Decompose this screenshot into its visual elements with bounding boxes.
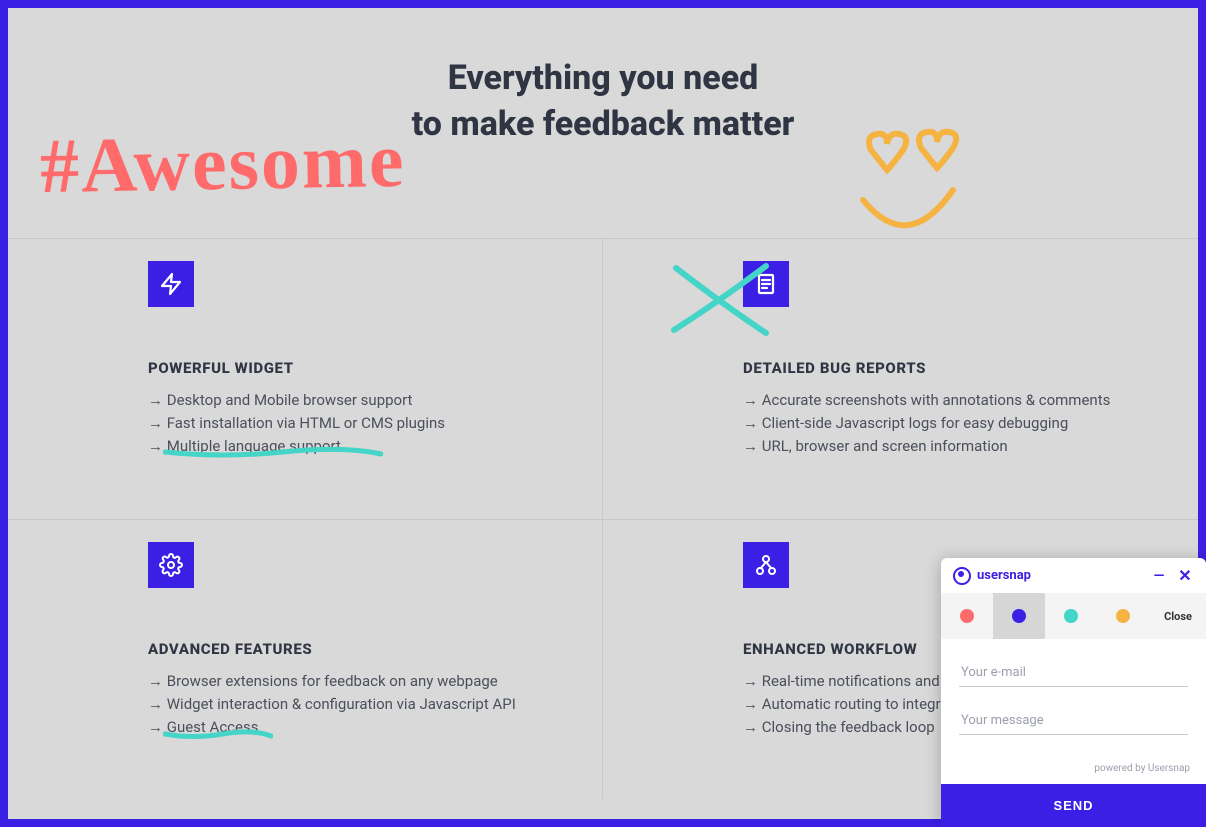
feature-powerful-widget: POWERFUL WIDGET Desktop and Mobile brows… (8, 238, 603, 519)
feature-item: URL, browser and screen information (743, 435, 1158, 458)
feedback-widget: usersnap — ✕ Close powered by Usersnap S… (941, 558, 1206, 827)
feature-title: ADVANCED FEATURES (148, 640, 562, 658)
color-swatch-blue[interactable] (993, 593, 1045, 639)
widget-header: usersnap — ✕ (941, 558, 1206, 593)
lightning-icon (148, 261, 194, 307)
feature-title: DETAILED BUG REPORTS (743, 359, 1158, 377)
hero-line1: Everything you need (448, 58, 759, 98)
feature-item: Desktop and Mobile browser support (148, 389, 562, 412)
feature-list: Desktop and Mobile browser support Fast … (148, 389, 562, 459)
feature-title: POWERFUL WIDGET (148, 359, 562, 377)
color-swatch-red[interactable] (941, 593, 993, 639)
hero-heading: Everything you need to make feedback mat… (28, 56, 1178, 148)
color-picker-bar: Close (941, 593, 1206, 639)
color-bar-close-button[interactable]: Close (1164, 610, 1206, 623)
share-icon (743, 542, 789, 588)
feature-item: Browser extensions for feedback on any w… (148, 670, 562, 693)
widget-brand-name: usersnap (977, 568, 1031, 583)
message-input[interactable] (959, 707, 1188, 735)
document-icon (743, 261, 789, 307)
hero-line2: to make feedback matter (412, 104, 795, 144)
email-input[interactable] (959, 659, 1188, 687)
feature-detailed-bug-reports: DETAILED BUG REPORTS Accurate screenshot… (603, 238, 1198, 519)
usersnap-logo-icon (953, 567, 971, 585)
widget-brand: usersnap (953, 567, 1031, 585)
widget-body (941, 639, 1206, 763)
send-button[interactable]: SEND (941, 784, 1206, 827)
feature-item: Fast installation via HTML or CMS plugin… (148, 412, 562, 435)
hero-section: Everything you need to make feedback mat… (8, 8, 1198, 238)
feature-advanced-features: ADVANCED FEATURES Browser extensions for… (8, 519, 603, 800)
gear-icon (148, 542, 194, 588)
feature-item: Guest Access (148, 716, 562, 739)
feature-item: Accurate screenshots with annotations & … (743, 389, 1158, 412)
feature-list: Browser extensions for feedback on any w… (148, 670, 562, 740)
feature-list: Accurate screenshots with annotations & … (743, 389, 1158, 459)
powered-by-label: powered by Usersnap (941, 763, 1206, 784)
feature-item: Widget interaction & configuration via J… (148, 693, 562, 716)
feature-item: Client-side Javascript logs for easy deb… (743, 412, 1158, 435)
feature-item: Multiple language support (148, 435, 562, 458)
color-swatch-orange[interactable] (1097, 593, 1149, 639)
color-swatch-teal[interactable] (1045, 593, 1097, 639)
widget-minimize-button[interactable]: — (1150, 568, 1168, 584)
widget-close-button[interactable]: ✕ (1176, 566, 1194, 585)
